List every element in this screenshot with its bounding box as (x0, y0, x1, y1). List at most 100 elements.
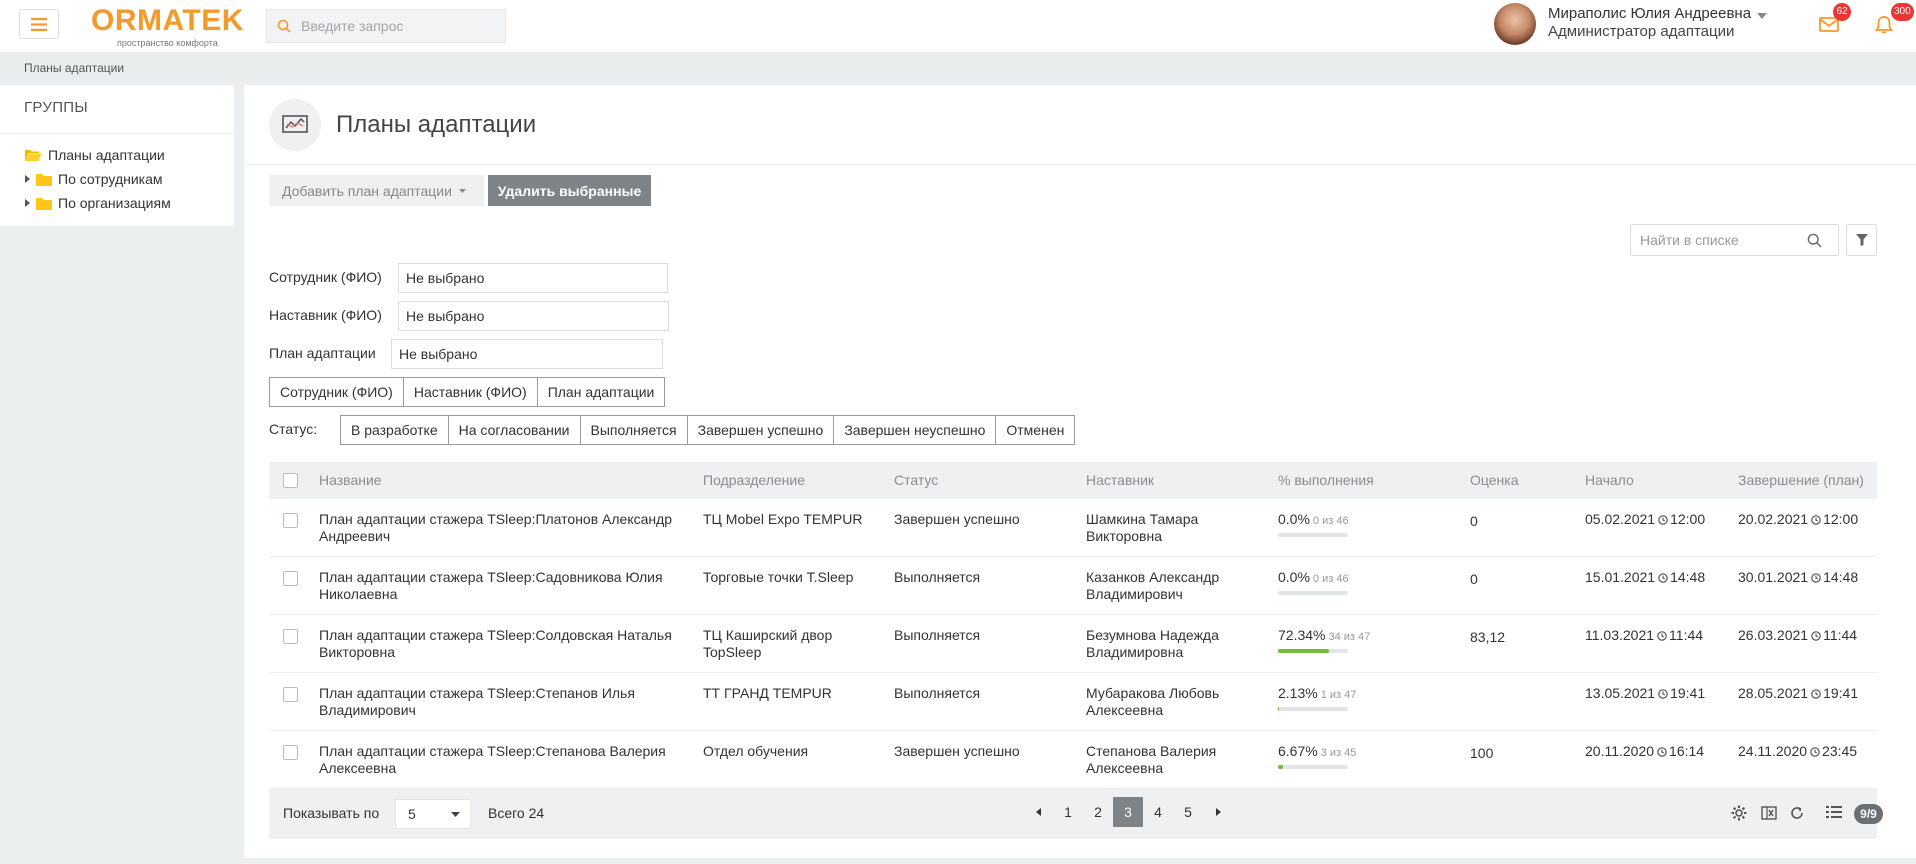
folder-icon (36, 173, 52, 186)
add-plan-button[interactable]: Добавить план адаптации (269, 175, 484, 206)
user-role: Администратор адаптации (1548, 23, 1735, 40)
search-icon[interactable] (1807, 233, 1822, 248)
plan-name-link[interactable]: План адаптации стажера TSleep:Платонов А… (319, 511, 689, 545)
status-completed-fail[interactable]: Завершен неуспешно (833, 415, 997, 445)
department-cell: ТЦ Каширский двор TopSleep (703, 627, 833, 660)
score-cell: 83,12 (1470, 629, 1506, 645)
tree-item-by-organizations[interactable]: По организациям (22, 195, 171, 211)
status-cancelled[interactable]: Отменен (995, 415, 1076, 445)
caret-right-icon[interactable] (22, 199, 32, 207)
completion-percent: 0.0% (1278, 511, 1310, 527)
filter-button[interactable] (1846, 224, 1877, 256)
select-all-checkbox[interactable] (283, 473, 298, 488)
group-by-employee[interactable]: Сотрудник (ФИО) (269, 377, 404, 407)
col-status[interactable]: Статус (894, 472, 938, 488)
table-row[interactable]: План адаптации стажера TSleep:Платонов А… (269, 499, 1877, 557)
end-cell: 24.11.2020 23:45 (1738, 743, 1857, 760)
col-name[interactable]: Название (319, 472, 382, 488)
breadcrumb-item[interactable]: Планы адаптации (24, 61, 124, 75)
sidebar: ГРУППЫ Планы адаптации По сотрудникам По… (0, 85, 234, 226)
col-end[interactable]: Завершение (план) (1738, 472, 1864, 488)
status-cell: Выполняется (894, 569, 981, 585)
page-size-select[interactable]: 5 (395, 799, 471, 829)
progress-bar-fill (1278, 707, 1280, 711)
list-search (1630, 224, 1839, 256)
tree-item-by-employees[interactable]: По сотрудникам (22, 171, 163, 187)
filter-icon (1855, 234, 1868, 246)
notifications-button[interactable]: 300 (1874, 3, 1914, 38)
status-in-progress[interactable]: Выполняется (579, 415, 688, 445)
end-date: 28.05.2021 (1738, 685, 1809, 701)
start-time: 19:41 (1670, 685, 1706, 701)
completion-count: 1 из 47 (1320, 689, 1357, 701)
row-checkbox[interactable] (283, 745, 298, 760)
table-header: Название Подразделение Статус Наставник … (269, 462, 1877, 499)
status-in-development[interactable]: В разработке (340, 415, 449, 445)
status-on-approval[interactable]: На согласовании (447, 415, 581, 445)
row-checkbox[interactable] (283, 513, 298, 528)
mail-button[interactable]: 62 (1819, 3, 1851, 38)
col-start[interactable]: Начало (1585, 472, 1634, 488)
page-button-1[interactable]: 1 (1053, 797, 1083, 827)
completion-percent: 2.13% (1278, 685, 1318, 701)
plan-name-link[interactable]: План адаптации стажера TSleep:Степанов И… (319, 685, 689, 719)
page-button-2[interactable]: 2 (1083, 797, 1113, 827)
menu-button[interactable] (19, 9, 59, 39)
plan-filter-field[interactable]: Не выбрано (391, 339, 663, 369)
breadcrumb: Планы адаптации (0, 52, 1916, 82)
page-button-5[interactable]: 5 (1173, 797, 1203, 827)
row-checkbox[interactable] (283, 629, 298, 644)
global-search-input[interactable] (301, 18, 491, 34)
end-date: 26.03.2021 (1738, 627, 1809, 643)
col-department[interactable]: Подразделение (703, 472, 805, 488)
prev-page-button[interactable] (1023, 797, 1053, 827)
logo-tagline: пространство комфорта (117, 38, 218, 48)
table-row[interactable]: План адаптации стажера TSleep:Садовников… (269, 557, 1877, 615)
table-row[interactable]: План адаптации стажера TSleep:Степанова … (269, 731, 1877, 789)
next-page-button[interactable] (1203, 797, 1233, 827)
main-panel: Планы адаптации Добавить план адаптации … (244, 85, 1916, 858)
plan-name-link[interactable]: План адаптации стажера TSleep:Степанова … (319, 743, 689, 777)
col-score[interactable]: Оценка (1470, 472, 1519, 488)
tree-item-plans[interactable]: Планы адаптации (24, 147, 165, 163)
end-date: 20.02.2021 (1738, 511, 1809, 527)
avatar[interactable] (1494, 3, 1536, 45)
group-by-plan[interactable]: План адаптации (536, 377, 666, 407)
employee-filter-field[interactable]: Не выбрано (398, 263, 668, 293)
clock-icon (1811, 689, 1821, 699)
col-completion[interactable]: % выполнения (1278, 472, 1374, 488)
table-row[interactable]: План адаптации стажера TSleep:Солдовская… (269, 615, 1877, 673)
completion-cell: 72.34% 34 из 47 (1278, 627, 1370, 653)
start-cell: 13.05.2021 19:41 (1585, 685, 1705, 702)
clock-icon (1810, 747, 1820, 757)
gear-icon[interactable] (1731, 805, 1747, 821)
page-button-4[interactable]: 4 (1143, 797, 1173, 827)
list-search-input[interactable] (1631, 232, 1807, 248)
plan-name-link[interactable]: План адаптации стажера TSleep:Солдовская… (319, 627, 689, 661)
logo[interactable]: ORMATEK пространство комфорта (91, 6, 247, 49)
plan-filter-label: План адаптации (269, 345, 376, 361)
chevron-down-icon[interactable] (1757, 13, 1767, 19)
employee-filter-label: Сотрудник (ФИО) (269, 269, 382, 285)
progress-bar (1278, 765, 1348, 769)
row-checkbox[interactable] (283, 571, 298, 586)
col-mentor[interactable]: Наставник (1086, 472, 1154, 488)
table-row[interactable]: План адаптации стажера TSleep:Степанов И… (269, 673, 1877, 731)
user-name[interactable]: Мираполис Юлия Андреевна (1548, 5, 1751, 22)
mentor-filter-field[interactable]: Не выбрано (398, 301, 669, 331)
page-button-3[interactable]: 3 (1113, 797, 1143, 827)
top-bar: ORMATEK пространство комфорта Мираполис … (0, 0, 1916, 52)
plan-name-link[interactable]: План адаптации стажера TSleep:Садовников… (319, 569, 689, 603)
status-completed-success[interactable]: Завершен успешно (686, 415, 835, 445)
start-date: 11.03.2021 (1585, 627, 1655, 643)
refresh-icon[interactable] (1789, 805, 1805, 821)
row-checkbox[interactable] (283, 687, 298, 702)
caret-right-icon[interactable] (22, 175, 32, 183)
end-cell: 30.01.2021 14:48 (1738, 569, 1858, 586)
export-excel-icon[interactable] (1761, 805, 1777, 821)
delete-selected-button[interactable]: Удалить выбранные (488, 175, 651, 206)
mail-badge: 62 (1833, 3, 1851, 21)
group-by-mentor[interactable]: Наставник (ФИО) (402, 377, 538, 407)
columns-icon[interactable] (1826, 805, 1842, 819)
progress-bar (1278, 649, 1348, 653)
